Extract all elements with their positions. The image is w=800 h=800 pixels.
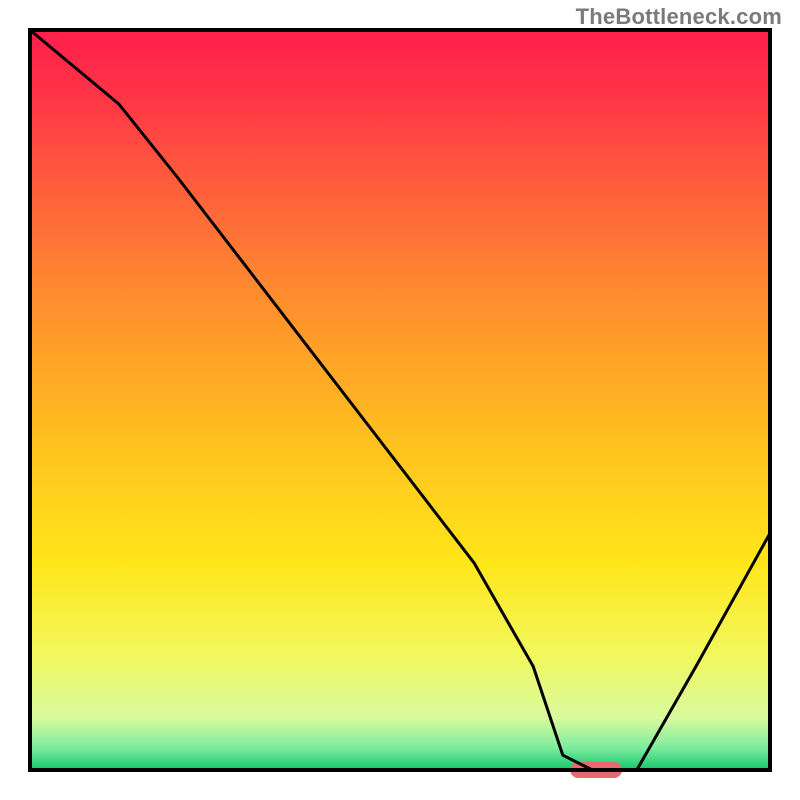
chart-canvas xyxy=(0,0,800,800)
bottleneck-chart: TheBottleneck.com xyxy=(0,0,800,800)
watermark-text: TheBottleneck.com xyxy=(576,4,782,30)
